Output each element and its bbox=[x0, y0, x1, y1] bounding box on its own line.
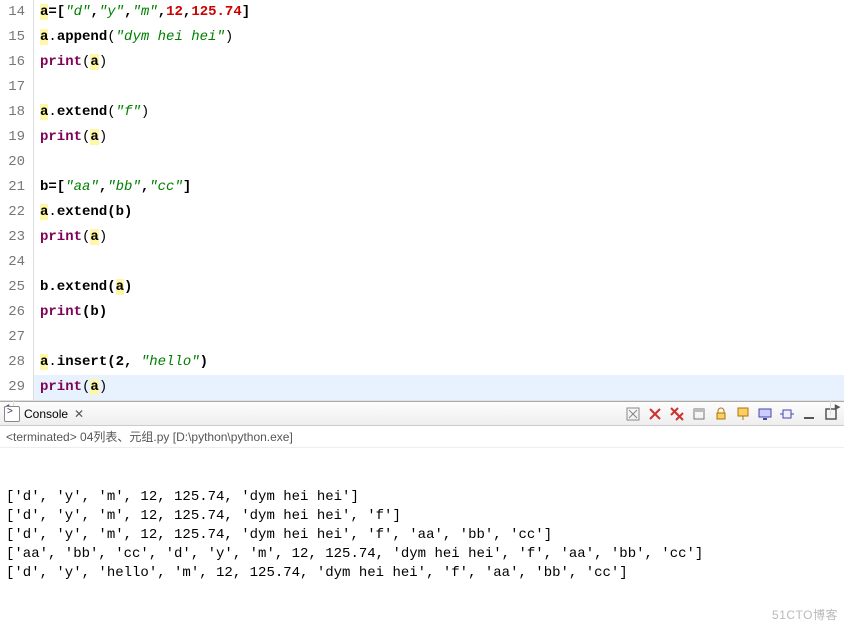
code-content[interactable]: b.extend(a) bbox=[40, 275, 844, 300]
code-line-27[interactable]: 27 bbox=[0, 325, 844, 350]
console-line: ['d', 'y', 'm', 12, 125.74, 'dym hei hei… bbox=[6, 488, 838, 507]
console-header: Console ✕ bbox=[0, 402, 844, 426]
code-content[interactable]: a.extend("f") bbox=[40, 100, 844, 125]
code-line-24[interactable]: 24 bbox=[0, 250, 844, 275]
console-line: ['aa', 'bb', 'cc', 'd', 'y', 'm', 12, 12… bbox=[6, 545, 838, 564]
line-number: 20 bbox=[0, 150, 34, 175]
line-number: 16 bbox=[0, 50, 34, 75]
code-content[interactable] bbox=[40, 150, 844, 175]
code-editor[interactable]: 14a=["d","y","m",12,125.74]15a.append("d… bbox=[0, 0, 844, 400]
minimize-icon[interactable] bbox=[800, 405, 818, 423]
horizontal-scrollbar[interactable]: ◄ ► bbox=[0, 400, 844, 401]
code-line-15[interactable]: 15a.append("dym hei hei") bbox=[0, 25, 844, 50]
clear-icon[interactable] bbox=[690, 405, 708, 423]
console-line: ['d', 'y', 'hello', 'm', 12, 125.74, 'dy… bbox=[6, 564, 838, 583]
code-line-16[interactable]: 16print(a) bbox=[0, 50, 844, 75]
console-line: ['d', 'y', 'm', 12, 125.74, 'dym hei hei… bbox=[6, 507, 838, 526]
line-number: 14 bbox=[0, 0, 34, 25]
line-number: 19 bbox=[0, 125, 34, 150]
code-content[interactable]: print(a) bbox=[40, 50, 844, 75]
code-line-20[interactable]: 20 bbox=[0, 150, 844, 175]
remove-launch-icon[interactable] bbox=[624, 405, 642, 423]
line-number: 17 bbox=[0, 75, 34, 100]
code-line-22[interactable]: 22a.extend(b) bbox=[0, 200, 844, 225]
code-content[interactable]: a=["d","y","m",12,125.74] bbox=[40, 0, 844, 25]
code-line-14[interactable]: 14a=["d","y","m",12,125.74] bbox=[0, 0, 844, 25]
code-line-26[interactable]: 26print(b) bbox=[0, 300, 844, 325]
code-line-23[interactable]: 23print(a) bbox=[0, 225, 844, 250]
code-content[interactable]: a.append("dym hei hei") bbox=[40, 25, 844, 50]
line-number: 23 bbox=[0, 225, 34, 250]
code-line-17[interactable]: 17 bbox=[0, 75, 844, 100]
line-number: 28 bbox=[0, 350, 34, 375]
code-content[interactable]: print(a) bbox=[40, 125, 844, 150]
remove-all-icon[interactable] bbox=[646, 405, 664, 423]
console-output[interactable]: ['d', 'y', 'm', 12, 125.74, 'dym hei hei… bbox=[0, 448, 844, 627]
code-line-28[interactable]: 28a.insert(2, "hello") bbox=[0, 350, 844, 375]
console-run-info: <terminated> 04列表、元组.py [D:\python\pytho… bbox=[0, 426, 844, 448]
line-number: 22 bbox=[0, 200, 34, 225]
code-content[interactable] bbox=[40, 250, 844, 275]
line-number: 26 bbox=[0, 300, 34, 325]
code-content[interactable] bbox=[40, 75, 844, 100]
code-line-29[interactable]: 29print(a) bbox=[0, 375, 844, 400]
code-line-21[interactable]: 21b=["aa","bb","cc"] bbox=[0, 175, 844, 200]
display-icon[interactable] bbox=[756, 405, 774, 423]
line-number: 18 bbox=[0, 100, 34, 125]
line-number: 15 bbox=[0, 25, 34, 50]
scroll-right-icon[interactable]: ► bbox=[830, 401, 844, 415]
code-content[interactable]: print(a) bbox=[40, 225, 844, 250]
code-content[interactable]: b=["aa","bb","cc"] bbox=[40, 175, 844, 200]
console-line: ['d', 'y', 'm', 12, 125.74, 'dym hei hei… bbox=[6, 526, 838, 545]
line-number: 27 bbox=[0, 325, 34, 350]
line-number: 29 bbox=[0, 375, 34, 400]
code-content[interactable] bbox=[40, 325, 844, 350]
code-content[interactable]: a.insert(2, "hello") bbox=[40, 350, 844, 375]
code-content[interactable]: a.extend(b) bbox=[40, 200, 844, 225]
scroll-lock-icon[interactable] bbox=[712, 405, 730, 423]
remove-all-terminated-icon[interactable] bbox=[668, 405, 686, 423]
open-console-icon[interactable] bbox=[778, 405, 796, 423]
code-line-19[interactable]: 19print(a) bbox=[0, 125, 844, 150]
watermark: 51CTO博客 bbox=[772, 606, 838, 625]
console-panel: Console ✕ <terminated> 04列表、元组.py [D:\py… bbox=[0, 401, 844, 627]
console-title: Console bbox=[24, 407, 68, 421]
code-content[interactable]: print(b) bbox=[40, 300, 844, 325]
line-number: 21 bbox=[0, 175, 34, 200]
line-number: 25 bbox=[0, 275, 34, 300]
pin-icon[interactable] bbox=[734, 405, 752, 423]
code-content[interactable]: print(a) bbox=[40, 375, 844, 400]
code-line-25[interactable]: 25b.extend(a) bbox=[0, 275, 844, 300]
line-number: 24 bbox=[0, 250, 34, 275]
console-icon bbox=[4, 406, 20, 422]
code-line-18[interactable]: 18a.extend("f") bbox=[0, 100, 844, 125]
console-close-button[interactable]: ✕ bbox=[72, 407, 86, 421]
